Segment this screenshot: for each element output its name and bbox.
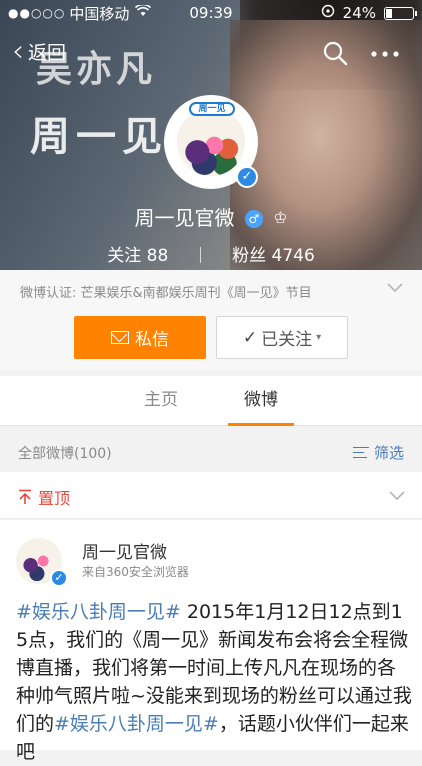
followers-stat[interactable]: 粉丝 4746: [232, 246, 315, 266]
active-tab-indicator: [228, 423, 294, 426]
pinned-label: 置顶: [38, 489, 71, 508]
battery-icon: [384, 6, 417, 20]
battery-percent: 24%: [342, 4, 376, 22]
tab-label: 微博: [244, 390, 278, 410]
feed-post[interactable]: ✓ 周一见官微 来自360安全浏览器 #娱乐八卦周一见# 2015年1月12日1…: [0, 520, 422, 763]
nav-bar: ‹ 返回: [0, 30, 422, 80]
mail-icon: [111, 331, 129, 344]
feed-filter-bar: 全部微博(100) 筛选: [0, 432, 422, 472]
message-label: 私信: [135, 330, 169, 350]
topic-link[interactable]: #娱乐八卦周一见#: [54, 713, 219, 735]
message-button[interactable]: 私信: [74, 316, 206, 359]
crown-icon: ♔: [273, 208, 288, 227]
checkmark-icon: ✓: [242, 327, 258, 348]
carrier-name: 中国移动: [69, 4, 130, 23]
caret-down-icon: ▾: [316, 332, 322, 343]
wifi-icon: [135, 3, 152, 21]
followers-label: 粉丝: [232, 246, 267, 266]
stats-divider: [199, 247, 201, 263]
chevron-left-icon: ‹: [12, 33, 24, 69]
all-posts-count: 全部微博(100): [18, 446, 112, 462]
profile-tabs: 主页 微博: [0, 376, 422, 426]
follow-button[interactable]: ✓ 已关注 ▾: [216, 316, 348, 359]
male-icon: ♂: [244, 210, 263, 228]
post-text: #娱乐八卦周一见# 2015年1月12日12点到15点，我们的《周一见》新闻发布…: [16, 598, 412, 766]
tab-home[interactable]: 主页: [121, 376, 201, 426]
profile-name: 周一见官微: [134, 206, 235, 230]
pinned-section[interactable]: 置顶: [0, 472, 422, 519]
followers-count: 4746: [271, 246, 315, 266]
filter-label: 筛选: [373, 444, 404, 462]
profile-actions: 私信 ✓ 已关注 ▾: [0, 312, 422, 370]
profile-stats: 关注 88 粉丝 4746: [0, 241, 422, 266]
chevron-down-icon[interactable]: [388, 486, 406, 504]
filter-icon: [352, 446, 369, 459]
location-icon: [321, 4, 335, 22]
signal-strength: ●●○○○: [8, 6, 66, 20]
profile-cover: 吴亦凡 周一见 ●●○○○ 中国移动 09:39 24% ‹ 返回 周一见 ✓ …: [0, 0, 422, 270]
filter-button[interactable]: 筛选: [352, 442, 404, 463]
profile-name-row: 周一见官微 ♂ ♔: [0, 202, 422, 231]
avatar-logo: 周一见: [189, 102, 235, 116]
following-count: 88: [146, 246, 169, 266]
back-label: 返回: [28, 42, 67, 64]
more-icon[interactable]: [370, 40, 400, 60]
verified-badge-icon: ✓: [50, 569, 68, 587]
back-button[interactable]: ‹ 返回: [12, 33, 67, 69]
pinned-label-row: 置顶: [18, 485, 70, 509]
pin-icon: [18, 489, 32, 505]
post-source: 来自360安全浏览器: [82, 565, 189, 579]
chevron-down-icon: [386, 278, 404, 296]
verified-badge-icon: ✓: [236, 166, 258, 188]
follow-label: 已关注: [261, 330, 313, 350]
certification-bar[interactable]: 微博认证: 芒果娱乐&南都娱乐周刊《周一见》节目: [0, 270, 422, 312]
search-icon[interactable]: [322, 40, 348, 66]
status-bar: ●●○○○ 中国移动 09:39 24%: [0, 0, 422, 26]
topic-link[interactable]: #娱乐八卦周一见#: [16, 601, 181, 623]
avatar-image: [177, 108, 245, 176]
post-author[interactable]: 周一见官微: [82, 538, 167, 563]
tab-label: 主页: [144, 390, 178, 410]
cover-deco-text: 周一见: [30, 113, 168, 160]
following-label: 关注: [107, 246, 142, 266]
following-stat[interactable]: 关注 88: [107, 246, 173, 266]
tab-weibo[interactable]: 微博: [221, 376, 301, 426]
certification-text: 微博认证: 芒果娱乐&南都娱乐周刊《周一见》节目: [20, 285, 312, 301]
